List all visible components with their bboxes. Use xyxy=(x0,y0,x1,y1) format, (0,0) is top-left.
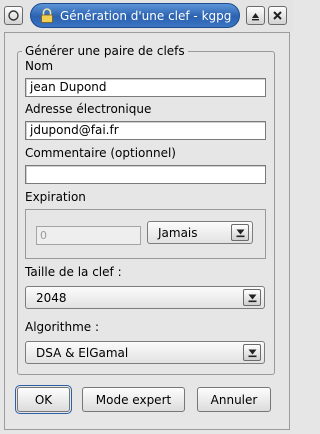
chevron-down-icon[interactable] xyxy=(243,289,261,306)
lock-icon xyxy=(40,8,54,23)
keysize-combo[interactable]: 2048 xyxy=(25,286,265,309)
name-label: Nom xyxy=(25,59,54,73)
algorithm-label: Algorithme : xyxy=(25,320,100,334)
ok-button[interactable]: OK xyxy=(15,385,72,414)
chevron-down-icon[interactable] xyxy=(243,344,261,361)
name-field[interactable]: jean Dupond xyxy=(25,78,266,97)
expert-mode-button[interactable]: Mode expert xyxy=(82,387,185,412)
algorithm-value: DSA & ElGamal xyxy=(36,345,129,360)
cancel-button[interactable]: Annuler xyxy=(197,387,271,412)
window-menu-icon[interactable] xyxy=(4,6,23,25)
email-field[interactable]: jdupond@fai.fr xyxy=(25,121,266,140)
cancel-button-label: Annuler xyxy=(210,392,258,407)
expiration-unit-combo[interactable]: Jamais xyxy=(147,221,253,244)
title-bar[interactable]: Génération d'une clef - kgpg xyxy=(0,0,293,32)
email-label: Adresse électronique xyxy=(25,102,152,116)
expiration-label: Expiration xyxy=(25,190,86,204)
comment-field[interactable] xyxy=(25,165,266,184)
expiration-spinbox: 0 xyxy=(36,226,141,245)
keysize-value: 2048 xyxy=(36,290,67,305)
ok-button-label: OK xyxy=(34,392,53,407)
chevron-down-icon[interactable] xyxy=(231,224,249,241)
window-title: Génération d'une clef - kgpg xyxy=(60,8,232,23)
expert-mode-button-label: Mode expert xyxy=(95,392,172,407)
window-title-pill: Génération d'une clef - kgpg xyxy=(30,3,240,28)
close-icon[interactable] xyxy=(268,6,287,25)
group-legend: Générer une paire de clefs xyxy=(25,44,185,58)
maximize-icon[interactable] xyxy=(246,6,265,25)
keysize-label: Taille de la clef : xyxy=(25,265,122,279)
algorithm-combo[interactable]: DSA & ElGamal xyxy=(25,341,265,364)
expiration-unit-value: Jamais xyxy=(158,225,198,240)
comment-label: Commentaire (optionnel) xyxy=(25,146,176,160)
